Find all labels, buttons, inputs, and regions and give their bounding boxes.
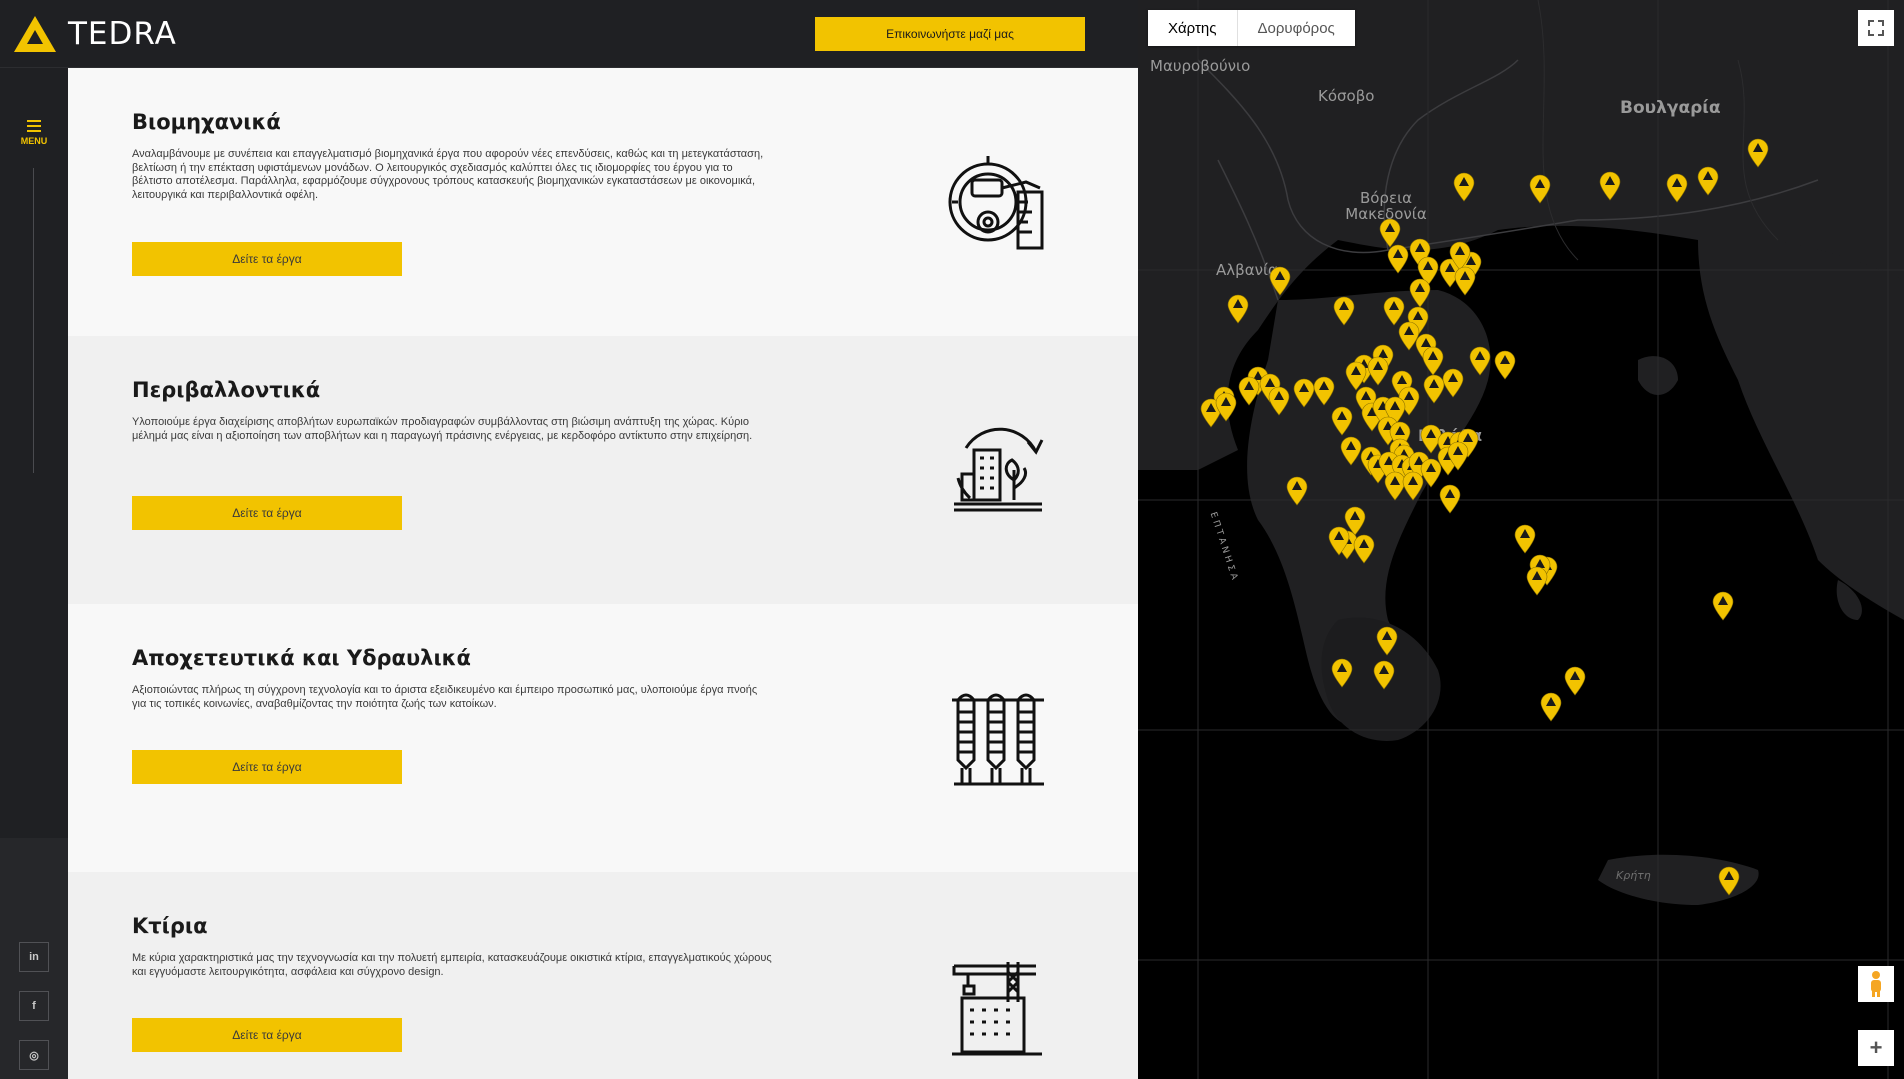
- map-label-crete: Κρήτη: [1616, 869, 1651, 882]
- section-title: Κτίρια: [132, 914, 208, 938]
- view-projects-button[interactable]: Δείτε τα έργα: [132, 750, 402, 784]
- service-section-environmental: Περιβαλλοντικά Υλοποιούμε έργα διαχείρισ…: [68, 336, 1138, 604]
- project-marker-icon[interactable]: [1494, 350, 1516, 380]
- service-section-buildings: Κτίρια Με κύρια χαρακτηριστικά μας την τ…: [68, 872, 1138, 1079]
- section-description: Αναλαμβάνουμε με συνέπεια και επαγγελματ…: [132, 148, 764, 201]
- section-description: Υλοποιούμε έργα διαχείρισης αποβλήτων ευ…: [132, 416, 753, 442]
- tab-map[interactable]: Χάρτης: [1148, 10, 1238, 46]
- fullscreen-button[interactable]: [1858, 10, 1894, 46]
- section-title: Αποχετευτικά και Υδραυλικά: [132, 646, 471, 670]
- project-marker-icon[interactable]: [1747, 138, 1769, 168]
- instagram-icon[interactable]: ◎: [19, 1040, 49, 1070]
- social-links: in f ◎: [0, 838, 68, 1079]
- silos-icon: [952, 693, 1044, 786]
- project-marker-icon[interactable]: [1469, 346, 1491, 376]
- hamburger-icon: [27, 120, 41, 132]
- zoom-in-button[interactable]: +: [1858, 1030, 1894, 1066]
- project-marker-icon[interactable]: [1328, 526, 1350, 556]
- project-marker-icon[interactable]: [1215, 392, 1237, 422]
- project-marker-icon[interactable]: [1402, 471, 1424, 501]
- brand-name: TEDRA: [68, 16, 177, 52]
- project-marker-icon[interactable]: [1447, 441, 1469, 471]
- project-marker-icon[interactable]: [1286, 476, 1308, 506]
- project-marker-icon[interactable]: [1313, 376, 1335, 406]
- project-marker-icon[interactable]: [1293, 378, 1315, 408]
- project-marker-icon[interactable]: [1333, 296, 1355, 326]
- project-marker-icon[interactable]: [1268, 386, 1290, 416]
- project-marker-icon[interactable]: [1238, 376, 1260, 406]
- project-marker-icon[interactable]: [1712, 591, 1734, 621]
- menu-label: MENU: [20, 136, 48, 146]
- project-marker-icon[interactable]: [1666, 173, 1688, 203]
- sidebar-divider: [33, 168, 34, 473]
- project-marker-icon[interactable]: [1442, 368, 1464, 398]
- view-projects-button[interactable]: Δείτε τα έργα: [132, 496, 402, 530]
- projects-map[interactable]: Μαυροβούνιο Κόσοβο Βουλγαρία Βόρεια Μακε…: [1138, 0, 1904, 1079]
- project-marker-icon[interactable]: [1331, 406, 1353, 436]
- project-marker-icon[interactable]: [1353, 534, 1375, 564]
- map-type-tabs: Χάρτης Δορυφόρος: [1148, 10, 1355, 46]
- menu-button[interactable]: MENU: [14, 120, 54, 146]
- sidebar: MENU in f ◎: [0, 68, 68, 1079]
- project-marker-icon[interactable]: [1409, 278, 1431, 308]
- service-section-hydraulic: Αποχετευτικά και Υδραυλικά Αξιοποιώντας …: [68, 604, 1138, 872]
- project-marker-icon[interactable]: [1439, 484, 1461, 514]
- project-marker-icon[interactable]: [1454, 266, 1476, 296]
- street-view-button[interactable]: [1858, 966, 1894, 1002]
- industrial-gear-icon: [948, 156, 1044, 250]
- project-marker-icon[interactable]: [1387, 244, 1409, 274]
- section-description: Αξιοποιώντας πλήρως τη σύγχρονη τεχνολογ…: [132, 684, 758, 710]
- project-marker-icon[interactable]: [1373, 660, 1395, 690]
- logo[interactable]: TEDRA: [12, 14, 177, 54]
- linkedin-icon[interactable]: in: [19, 942, 49, 972]
- map-label-bulgaria: Βουλγαρία: [1620, 98, 1721, 118]
- project-marker-icon[interactable]: [1718, 866, 1740, 896]
- project-marker-icon[interactable]: [1453, 172, 1475, 202]
- building-crane-icon: [952, 962, 1042, 1056]
- services-list: Βιομηχανικά Αναλαμβάνουμε με συνέπεια κα…: [68, 68, 1138, 1079]
- environmental-recycle-icon: [954, 427, 1044, 512]
- project-marker-icon[interactable]: [1340, 436, 1362, 466]
- top-bar: TEDRA Επικοινωνήστε μαζί μας: [0, 0, 1138, 68]
- project-marker-icon[interactable]: [1269, 266, 1291, 296]
- section-title: Βιομηχανικά: [132, 110, 281, 134]
- map-label-montenegro: Μαυροβούνιο: [1150, 57, 1251, 75]
- project-marker-icon[interactable]: [1376, 626, 1398, 656]
- project-marker-icon[interactable]: [1367, 356, 1389, 386]
- view-projects-button[interactable]: Δείτε τα έργα: [132, 242, 402, 276]
- project-marker-icon[interactable]: [1526, 566, 1548, 596]
- map-label-kosovo: Κόσοβο: [1318, 87, 1375, 105]
- pegman-icon: [1871, 971, 1881, 997]
- contact-button[interactable]: Επικοινωνήστε μαζί μας: [815, 17, 1085, 51]
- project-marker-icon[interactable]: [1564, 666, 1586, 696]
- tedra-logo-icon: [14, 16, 56, 52]
- section-description: Με κύρια χαρακτηριστικά μας την τεχνογνω…: [132, 952, 772, 978]
- view-projects-button[interactable]: Δείτε τα έργα: [132, 1018, 402, 1052]
- service-section-industrial: Βιομηχανικά Αναλαμβάνουμε με συνέπεια κα…: [68, 68, 1138, 336]
- project-marker-icon[interactable]: [1422, 346, 1444, 376]
- plus-icon: +: [1869, 1035, 1883, 1060]
- section-title: Περιβαλλοντικά: [132, 378, 321, 402]
- project-marker-icon[interactable]: [1331, 658, 1353, 688]
- fullscreen-icon: [1868, 20, 1884, 36]
- facebook-icon[interactable]: f: [19, 991, 49, 1021]
- tab-satellite[interactable]: Δορυφόρος: [1238, 10, 1355, 46]
- project-marker-icon[interactable]: [1514, 524, 1536, 554]
- project-marker-icon[interactable]: [1599, 171, 1621, 201]
- project-marker-icon[interactable]: [1540, 692, 1562, 722]
- project-marker-icon[interactable]: [1697, 166, 1719, 196]
- project-marker-icon[interactable]: [1529, 174, 1551, 204]
- project-marker-icon[interactable]: [1227, 294, 1249, 324]
